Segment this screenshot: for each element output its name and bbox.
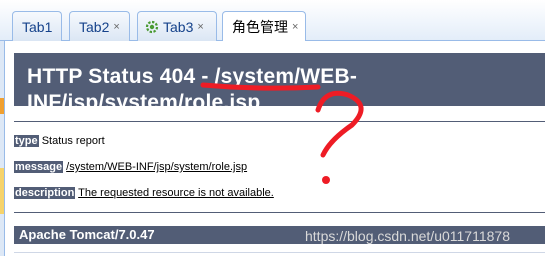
gear-icon xyxy=(145,20,159,33)
tab-role-management[interactable]: 角色管理 × xyxy=(222,11,306,42)
description-row: description The requested resource is no… xyxy=(14,187,274,199)
close-icon[interactable]: × xyxy=(197,21,203,33)
watermark: https://blog.csdn.net/u011711878 xyxy=(305,228,510,244)
tab-label: Tab2 xyxy=(79,18,110,35)
type-row: type Status report xyxy=(14,135,105,147)
divider xyxy=(14,252,545,253)
tab-label: 角色管理 xyxy=(232,19,288,35)
close-icon[interactable]: × xyxy=(292,21,298,33)
description-value: The requested resource is not available. xyxy=(78,187,274,199)
type-label: type xyxy=(14,135,39,147)
type-value: Status report xyxy=(41,135,105,147)
tab-strip: Tab1 Tab2 × Tab3 × 角色管理 × xyxy=(0,0,545,42)
message-label: message xyxy=(14,161,64,173)
tab-tab1[interactable]: Tab1 xyxy=(12,11,62,41)
close-icon[interactable]: × xyxy=(113,21,119,33)
tab-label: Tab3 xyxy=(163,18,194,35)
message-value: /system/WEB-INF/jsp/system/role.jsp xyxy=(66,161,248,173)
error-page: HTTP Status 404 - /system/WEB-INF/jsp/sy… xyxy=(5,41,545,256)
divider xyxy=(14,121,545,122)
gutter-marker xyxy=(0,98,4,114)
tab-label: Tab1 xyxy=(22,18,53,35)
message-row: message /system/WEB-INF/jsp/system/role.… xyxy=(14,161,247,173)
server-version: Apache Tomcat/7.0.47 xyxy=(19,227,155,242)
tab-tab2[interactable]: Tab2 × xyxy=(69,11,130,41)
status-heading-bar: HTTP Status 404 - /system/WEB-INF/jsp/sy… xyxy=(14,53,545,114)
status-heading: HTTP Status 404 - /system/WEB-INF/jsp/sy… xyxy=(27,65,358,114)
description-label: description xyxy=(14,187,76,199)
gutter-marker xyxy=(0,168,4,214)
divider xyxy=(14,212,545,213)
tab-tab3[interactable]: Tab3 × xyxy=(137,11,217,41)
